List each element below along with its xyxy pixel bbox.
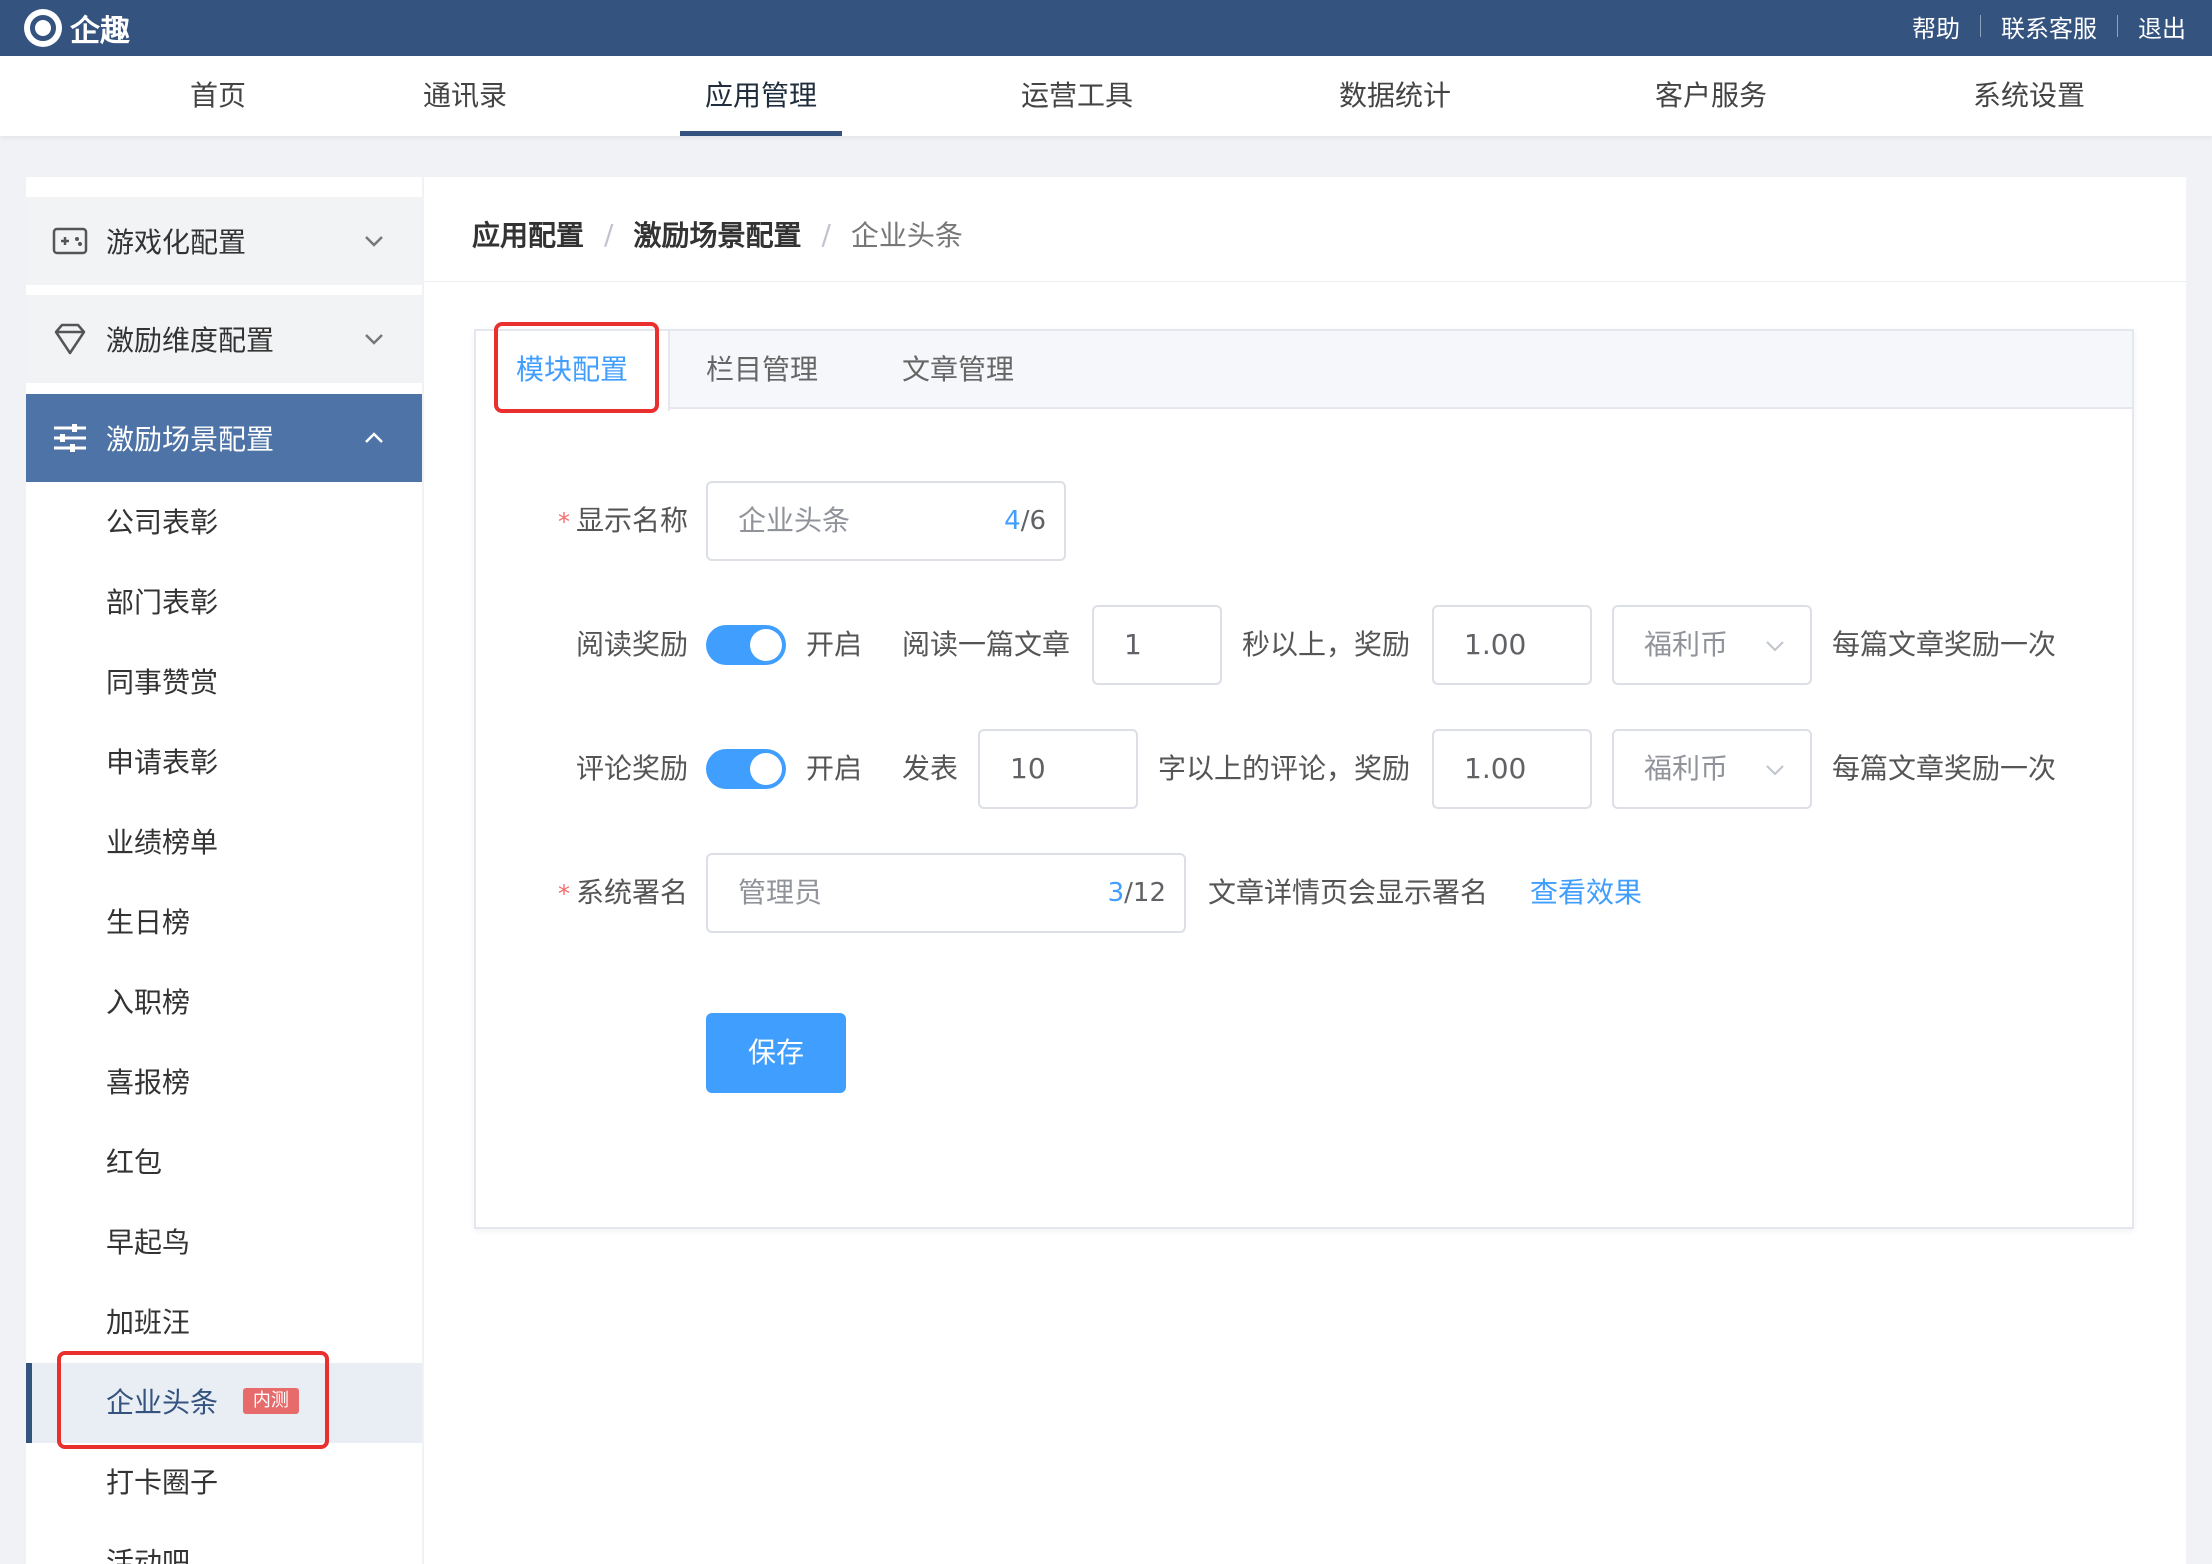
sidebar-item-peer-praise[interactable]: 同事赞赏: [26, 643, 422, 723]
divider: [1980, 15, 1981, 37]
display-name-input[interactable]: 企业头条 4/6: [706, 481, 1066, 561]
comment-amount-input[interactable]: 1.00: [1432, 729, 1592, 809]
divider: [2117, 15, 2118, 37]
nav-customer-service[interactable]: 客户服务: [1636, 56, 1786, 136]
logout-link[interactable]: 退出: [2138, 9, 2186, 44]
comment-reward-middle: 字以上的评论，奖励: [1158, 752, 1411, 785]
sidebar-item-birthday-ranking[interactable]: 生日榜: [26, 883, 422, 963]
switch-knob: [750, 753, 782, 785]
comment-reward-prefix: 发表: [902, 752, 959, 785]
sidebar-group-label: 激励维度配置: [106, 324, 275, 357]
sidebar-group-incentive-scene[interactable]: 激励场景配置: [26, 394, 422, 482]
sidebar-group-label: 游戏化配置: [106, 226, 247, 259]
nav-contacts[interactable]: 通讯录: [410, 56, 520, 136]
sidebar-item-apply-commendation[interactable]: 申请表彰: [26, 723, 422, 803]
breadcrumb-incentive-scene[interactable]: 激励场景配置: [633, 214, 801, 254]
chevron-up-icon: [365, 432, 383, 443]
read-reward-suffix: 每篇文章奖励一次: [1832, 628, 2057, 661]
active-indicator: [26, 1363, 32, 1443]
sidebar-item-onboarding-ranking[interactable]: 入职榜: [26, 963, 422, 1043]
sliders-icon: [54, 424, 86, 452]
sidebar-item-checkin-circle[interactable]: 打卡圈子: [26, 1443, 422, 1523]
app-logo[interactable]: 企趣: [24, 6, 130, 50]
config-card: 模块配置 栏目管理 文章管理 * 显示名称 企业头条 4/6 阅读奖励 开启 阅读…: [474, 329, 2134, 1229]
breadcrumb-separator: /: [604, 217, 614, 251]
sidebar-group-incentive-dimension[interactable]: 激励维度配置: [26, 295, 422, 383]
breadcrumb-app-config[interactable]: 应用配置: [472, 214, 584, 254]
chevron-down-icon: [1766, 641, 1784, 652]
top-bar: 企趣 帮助 联系客服 退出: [0, 0, 2212, 56]
sidebar: 游戏化配置 激励维度配置 激励场景配置 公司表彰 部门表彰 同事赞赏 申请表彰: [26, 177, 422, 1564]
sidebar-item-department-commendation[interactable]: 部门表彰: [26, 563, 422, 643]
sidebar-item-good-news-ranking[interactable]: 喜报榜: [26, 1043, 422, 1123]
divider: [424, 281, 2186, 282]
nav-ops-tools[interactable]: 运营工具: [1002, 56, 1152, 136]
sidebar-group-label: 激励场景配置: [106, 423, 275, 456]
view-effect-link[interactable]: 查看效果: [1530, 853, 1642, 933]
read-seconds-input[interactable]: 1: [1092, 605, 1222, 685]
sidebar-item-activities[interactable]: 活动吧: [26, 1523, 422, 1564]
sidebar-item-red-packet[interactable]: 红包: [26, 1123, 422, 1203]
chevron-down-icon: [365, 236, 383, 247]
diamond-icon: [54, 323, 86, 355]
comment-reward-label: 评论奖励: [575, 752, 688, 785]
app-name: 企趣: [70, 14, 130, 49]
nav-home[interactable]: 首页: [170, 56, 266, 136]
signature-hint: 文章详情页会显示署名: [1208, 876, 1489, 909]
sidebar-item-performance-ranking[interactable]: 业绩榜单: [26, 803, 422, 883]
content-panel: 应用配置 / 激励场景配置 / 企业头条 模块配置 栏目管理 文章管理 * 显示名…: [424, 177, 2186, 1564]
read-reward-label: 阅读奖励: [575, 628, 688, 661]
sidebar-item-company-headlines[interactable]: 企业头条 内测: [26, 1363, 422, 1443]
comment-reward-switch-text: 开启: [806, 752, 863, 785]
breadcrumb: 应用配置 / 激励场景配置 / 企业头条: [472, 209, 963, 259]
comment-chars-input[interactable]: 10: [978, 729, 1138, 809]
signature-label: * 系统署名: [557, 876, 688, 909]
read-reward-switch[interactable]: [706, 625, 786, 665]
tab-bar: 模块配置 栏目管理 文章管理: [476, 331, 2132, 411]
required-mark: *: [557, 508, 570, 536]
beta-badge: 内测: [242, 1388, 299, 1414]
display-name-label: * 显示名称: [557, 504, 688, 537]
sidebar-item-early-bird[interactable]: 早起鸟: [26, 1203, 422, 1283]
signature-input[interactable]: 管理员 3/12: [706, 853, 1186, 933]
sidebar-item-overtime[interactable]: 加班汪: [26, 1283, 422, 1363]
char-counter: 4/6: [1004, 506, 1046, 536]
read-reward-middle: 秒以上，奖励: [1242, 628, 1411, 661]
read-reward-switch-text: 开启: [806, 628, 863, 661]
sidebar-item-company-commendation[interactable]: 公司表彰: [26, 483, 422, 563]
main-nav: 首页 通讯录 应用管理 运营工具 数据统计 客户服务 系统设置: [0, 56, 2212, 136]
tab-article-management[interactable]: 文章管理: [858, 331, 1058, 409]
comment-reward-switch[interactable]: [706, 749, 786, 789]
chevron-down-icon: [1766, 765, 1784, 776]
sidebar-item-label: 企业头条: [106, 1386, 219, 1419]
logo-icon: [24, 9, 62, 47]
breadcrumb-separator: /: [821, 217, 831, 251]
sidebar-group-gamification[interactable]: 游戏化配置: [26, 197, 422, 285]
required-mark: *: [557, 880, 570, 908]
nav-app-management[interactable]: 应用管理: [680, 56, 842, 136]
nav-system-settings[interactable]: 系统设置: [1954, 56, 2104, 136]
switch-knob: [750, 629, 782, 661]
top-links: 帮助 联系客服 退出: [1912, 0, 2186, 52]
chevron-down-icon: [365, 334, 383, 345]
contact-support-link[interactable]: 联系客服: [2001, 9, 2097, 44]
help-link[interactable]: 帮助: [1912, 9, 1960, 44]
char-counter: 3/12: [1107, 878, 1166, 908]
read-amount-input[interactable]: 1.00: [1432, 605, 1592, 685]
tab-module-config[interactable]: 模块配置: [476, 331, 670, 411]
comment-reward-suffix: 每篇文章奖励一次: [1832, 752, 2057, 785]
nav-statistics[interactable]: 数据统计: [1320, 56, 1470, 136]
read-reward-prefix: 阅读一篇文章: [902, 628, 1071, 661]
gamepad-icon: [52, 227, 88, 255]
comment-currency-select[interactable]: 福利币: [1612, 729, 1812, 809]
breadcrumb-current: 企业头条: [850, 219, 963, 252]
tab-column-management[interactable]: 栏目管理: [672, 331, 852, 409]
save-button[interactable]: 保存: [706, 1013, 846, 1093]
read-currency-select[interactable]: 福利币: [1612, 605, 1812, 685]
